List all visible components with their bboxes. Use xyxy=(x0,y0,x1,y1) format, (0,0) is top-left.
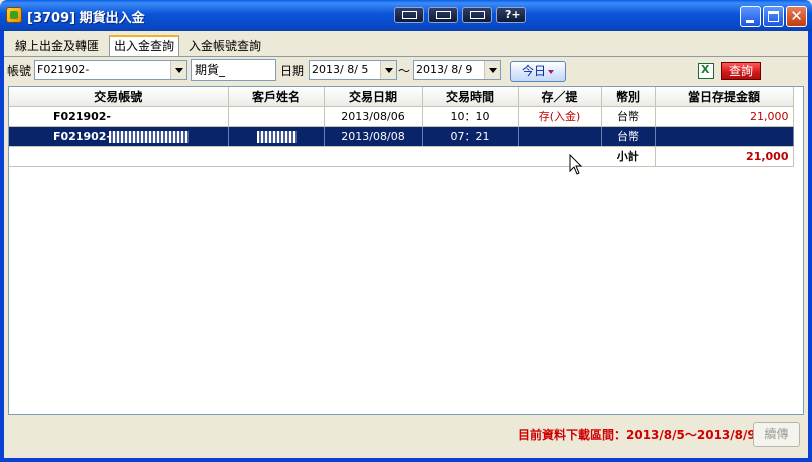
close-button[interactable]: ✕ xyxy=(786,6,807,27)
chevron-down-icon[interactable] xyxy=(380,61,396,79)
cell-time: 10：10 xyxy=(422,106,519,127)
window-icon[interactable] xyxy=(428,7,458,23)
table-row-selected[interactable]: F021902- 2013/08/08 07：21 台幣 xyxy=(9,126,794,147)
cell-empty xyxy=(518,146,601,167)
cell-currency: 台幣 xyxy=(601,106,656,127)
tab-online-withdraw[interactable]: 線上出金及轉匯 xyxy=(11,36,103,57)
cell-date: 2013/08/06 xyxy=(324,106,423,127)
column-header-date[interactable]: 交易日期 xyxy=(324,87,423,107)
cell-account-text: F021902- xyxy=(53,129,112,143)
layout-icon[interactable] xyxy=(394,7,424,23)
query-button[interactable]: 查詢 xyxy=(721,62,761,80)
cell-date: 2013/08/08 xyxy=(324,126,423,147)
column-header-name[interactable]: 客戶姓名 xyxy=(228,87,325,107)
cell-type xyxy=(518,126,602,147)
product-field[interactable]: 期貨_ xyxy=(191,59,276,81)
column-header-currency[interactable]: 幣別 xyxy=(601,87,656,107)
cell-empty xyxy=(422,146,518,167)
column-header-account[interactable]: 交易帳號 xyxy=(9,87,229,107)
account-select-value: F021902- xyxy=(37,63,90,76)
cell-account: F021902- xyxy=(9,126,229,147)
dock-icon[interactable] xyxy=(462,7,492,23)
chevron-down-icon[interactable] xyxy=(484,61,500,79)
cell-amount: 21,000 xyxy=(655,106,794,127)
date-separator: ～ xyxy=(398,64,411,78)
cell-time: 07：21 xyxy=(422,126,519,147)
subtotal-amount: 21,000 xyxy=(655,146,794,167)
results-table: 交易帳號 客戶姓名 交易日期 交易時間 存／提 幣別 當日存提金額 F02190… xyxy=(9,87,794,167)
cell-currency: 台幣 xyxy=(601,126,656,147)
subtotal-row: 小計 21,000 xyxy=(9,146,794,167)
subtotal-label: 小計 xyxy=(601,146,656,167)
account-label: 帳號 xyxy=(7,64,32,78)
close-icon: ✕ xyxy=(790,7,803,25)
date-from-value: 2013/ 8/ 5 xyxy=(312,63,369,76)
date-from-picker[interactable]: 2013/ 8/ 5 xyxy=(309,60,397,80)
cell-name xyxy=(228,106,325,127)
title-bar[interactable]: [3709] 期貨出入金 ?+ ✕ xyxy=(0,0,812,31)
redacted-mark xyxy=(109,130,189,143)
window-title: [3709] 期貨出入金 xyxy=(27,11,145,26)
results-grid[interactable]: 交易帳號 客戶姓名 交易日期 交易時間 存／提 幣別 當日存提金額 F02190… xyxy=(8,86,804,415)
date-label: 日期 xyxy=(280,64,305,78)
app-icon xyxy=(6,7,22,23)
download-range-status: 目前資料下載區間：2013/8/5～2013/8/9 xyxy=(518,428,756,442)
cell-type: 存(入金) xyxy=(518,106,602,127)
redacted-mark xyxy=(256,130,297,143)
column-header-amount[interactable]: 當日存提金額 xyxy=(655,87,794,107)
cell-amount xyxy=(655,126,794,147)
table-row[interactable]: F021902- 2013/08/06 10：10 存(入金) 台幣 21,00… xyxy=(9,106,794,127)
cell-name xyxy=(228,126,325,147)
date-to-value: 2013/ 8/ 9 xyxy=(416,63,473,76)
cell-account: F021902- xyxy=(9,106,229,127)
continue-button[interactable]: 續傳 xyxy=(753,422,800,447)
today-button[interactable]: 今日 xyxy=(510,61,566,82)
tab-deposit-account-query[interactable]: 入金帳號查詢 xyxy=(185,36,265,57)
excel-export-icon[interactable] xyxy=(698,63,714,79)
tab-divider xyxy=(4,56,808,57)
column-header-time[interactable]: 交易時間 xyxy=(422,87,519,107)
account-select[interactable]: F021902- xyxy=(34,60,187,80)
maximize-button[interactable] xyxy=(763,6,784,27)
mouse-cursor-icon xyxy=(569,154,583,175)
table-header-row: 交易帳號 客戶姓名 交易日期 交易時間 存／提 幣別 當日存提金額 xyxy=(9,87,794,107)
column-header-type[interactable]: 存／提 xyxy=(518,87,602,107)
cell-empty xyxy=(9,146,228,167)
caret-down-icon xyxy=(548,69,554,74)
cell-empty xyxy=(324,146,422,167)
minimize-button[interactable] xyxy=(740,6,761,27)
chevron-down-icon[interactable] xyxy=(170,61,186,79)
today-button-label: 今日 xyxy=(521,64,546,78)
cell-empty xyxy=(228,146,324,167)
help-icon[interactable]: ?+ xyxy=(496,7,526,23)
tab-deposit-query[interactable]: 出入金查詢 xyxy=(109,35,180,57)
date-to-picker[interactable]: 2013/ 8/ 9 xyxy=(413,60,501,80)
